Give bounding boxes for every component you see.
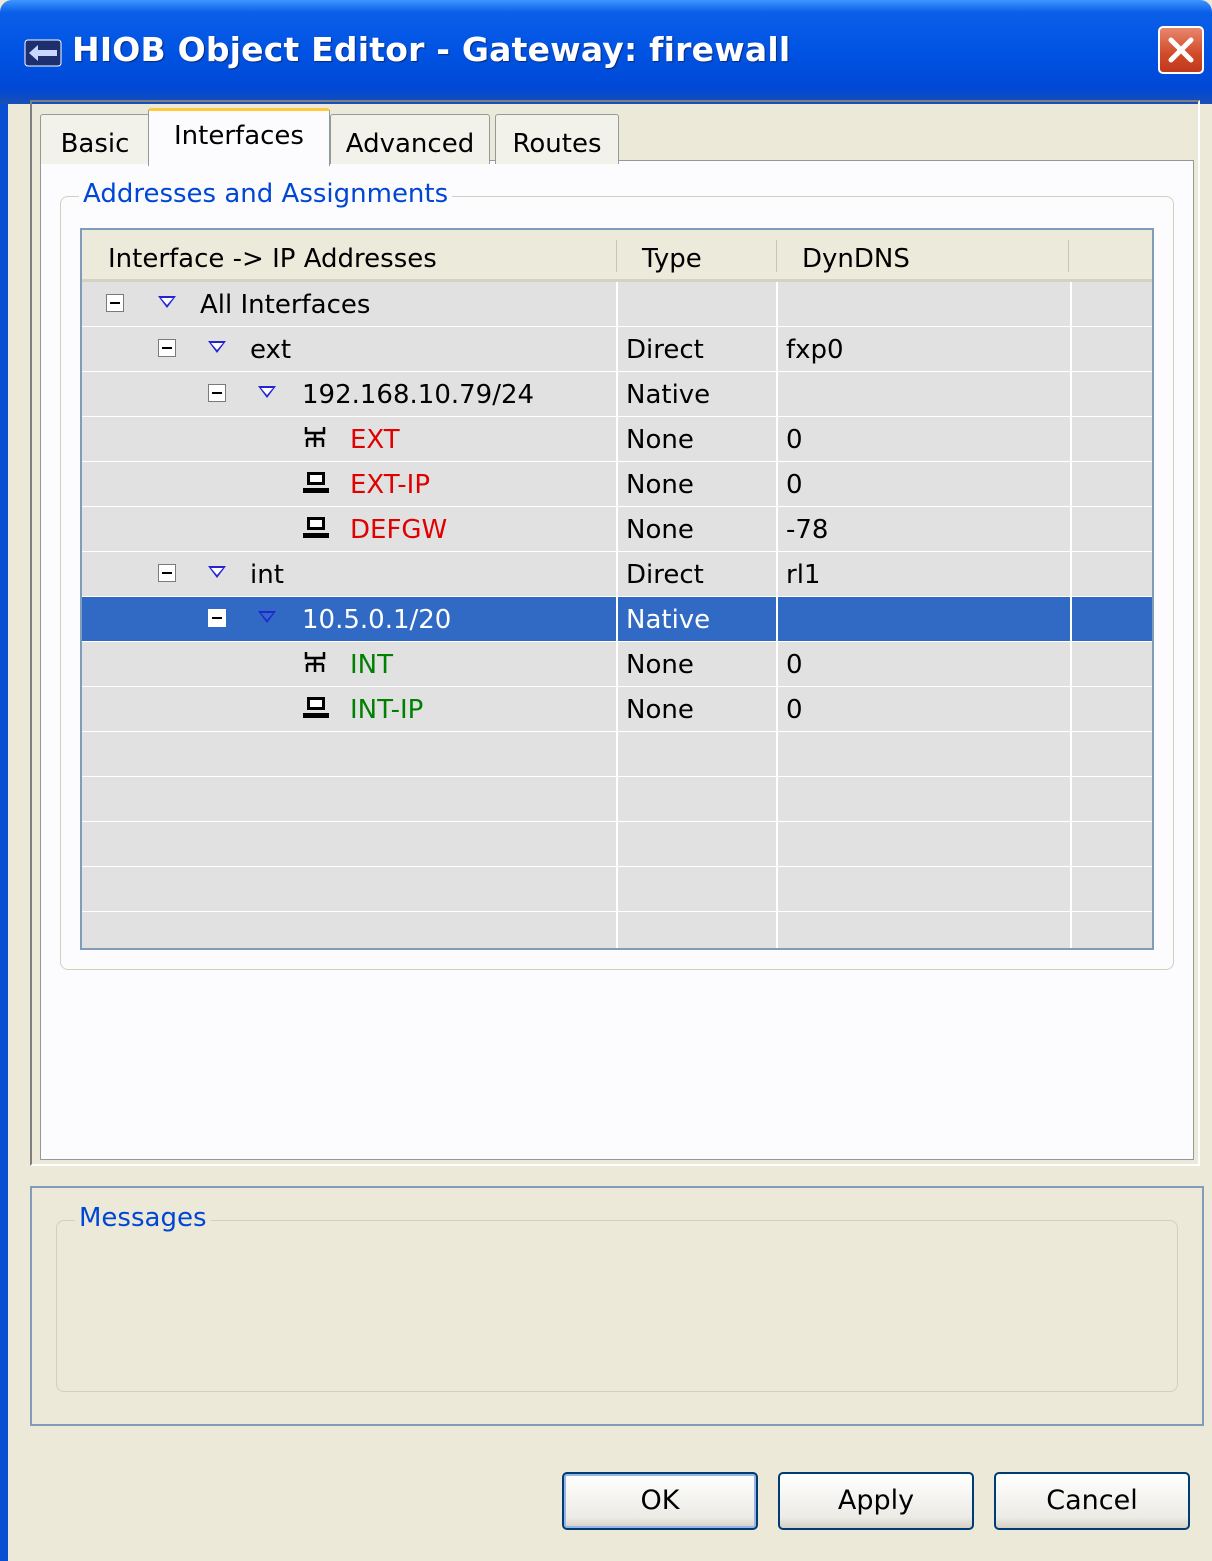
row-label: INT-IP (350, 695, 424, 725)
row-label: INT (350, 650, 393, 680)
ok-button[interactable]: OK (562, 1472, 758, 1530)
row-label: ext (250, 335, 292, 365)
host-computer-icon (303, 697, 329, 718)
network-icon (304, 427, 326, 447)
row-dyndns: 0 (786, 650, 803, 680)
expanded-triangle-icon (208, 341, 226, 353)
row-label: EXT (350, 425, 400, 455)
row-label: EXT-IP (350, 470, 431, 500)
column-header-type[interactable]: Type (642, 244, 702, 274)
close-button[interactable] (1158, 26, 1204, 74)
collapse-icon[interactable] (208, 609, 226, 627)
app-icon (24, 39, 62, 67)
row-dyndns: 0 (786, 470, 803, 500)
tab-basic[interactable]: Basic (40, 114, 150, 164)
row-label: 192.168.10.79/24 (302, 380, 535, 410)
column-divider[interactable] (776, 240, 777, 272)
row-label: int (250, 560, 284, 590)
row-label: DEFGW (350, 515, 448, 545)
row-dyndns: 0 (786, 425, 803, 455)
row-type: None (626, 515, 694, 545)
collapse-icon[interactable] (208, 384, 226, 402)
apply-button[interactable]: Apply (778, 1472, 974, 1530)
messages-group: Messages (56, 1203, 1178, 1392)
column-divider[interactable] (616, 240, 617, 272)
expanded-triangle-icon (158, 296, 176, 308)
window-title: HIOB Object Editor - Gateway: firewall (72, 30, 791, 69)
row-type: None (626, 695, 694, 725)
collapse-icon[interactable] (158, 564, 176, 582)
column-gridline (1070, 282, 1072, 948)
window-frame (0, 104, 8, 1561)
tab-interfaces[interactable]: Interfaces (148, 108, 330, 166)
collapse-icon[interactable] (158, 339, 176, 357)
row-label: 10.5.0.1/20 (302, 605, 452, 635)
tab-routes[interactable]: Routes (495, 114, 619, 164)
row-type: Native (626, 605, 711, 635)
column-gridline (616, 282, 618, 948)
row-dyndns: 0 (786, 695, 803, 725)
column-gridline (776, 282, 778, 948)
collapse-icon[interactable] (106, 294, 124, 312)
host-computer-icon (303, 517, 329, 538)
row-label: All Interfaces (200, 290, 371, 320)
row-dyndns: rl1 (786, 560, 821, 590)
row-dyndns: -78 (786, 515, 829, 545)
close-icon (1168, 37, 1194, 63)
table-header: Interface -> IP Addresses Type DynDNS (82, 230, 1152, 282)
interfaces-tree-table[interactable]: Interface -> IP Addresses Type DynDNS Al… (80, 228, 1154, 950)
expanded-triangle-icon (258, 611, 276, 623)
expanded-triangle-icon (208, 566, 226, 578)
row-type: None (626, 650, 694, 680)
row-type: Native (626, 380, 711, 410)
column-divider[interactable] (1068, 240, 1069, 272)
group-title: Addresses and Assignments (79, 179, 453, 209)
row-type: Direct (626, 560, 704, 590)
row-type: None (626, 470, 694, 500)
expanded-triangle-icon (258, 386, 276, 398)
network-icon (304, 652, 326, 672)
host-computer-icon (303, 472, 329, 493)
column-header-dyndns[interactable]: DynDNS (802, 244, 910, 274)
messages-title: Messages (75, 1203, 211, 1233)
tab-advanced[interactable]: Advanced (330, 114, 490, 164)
title-bar[interactable]: HIOB Object Editor - Gateway: firewall (0, 0, 1212, 104)
row-dyndns: fxp0 (786, 335, 844, 365)
row-type: None (626, 425, 694, 455)
row-type: Direct (626, 335, 704, 365)
column-header-interface[interactable]: Interface -> IP Addresses (108, 244, 437, 274)
cancel-button[interactable]: Cancel (994, 1472, 1190, 1530)
